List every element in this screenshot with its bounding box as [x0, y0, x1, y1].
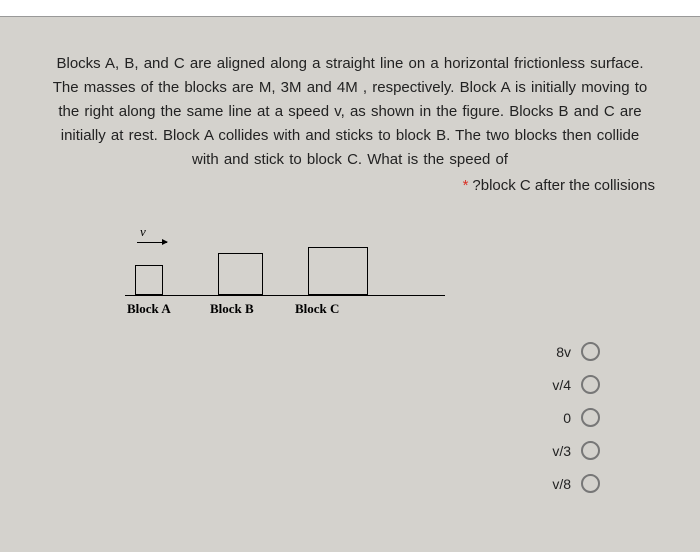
question-trailing-line: *?block C after the collisions [45, 177, 655, 194]
blocks-row [125, 245, 445, 296]
radio-button[interactable] [581, 441, 600, 460]
option-label: v/8 [552, 476, 571, 492]
block-c-shape [308, 247, 368, 295]
radio-button[interactable] [581, 474, 600, 493]
question-container: Blocks A, B, and C are aligned along a s… [0, 17, 700, 527]
question-trailing-text: ?block C after the collisions [472, 177, 655, 194]
option-row: 0 [45, 408, 600, 427]
option-row: v/8 [45, 474, 600, 493]
physics-figure: v Block A Block B Block C [125, 224, 445, 317]
answer-options: 8v v/4 0 v/3 v/8 [45, 342, 655, 493]
velocity-arrow-icon [137, 242, 167, 243]
question-text: Blocks A, B, and C are aligned along a s… [45, 52, 655, 172]
required-asterisk: * [463, 177, 469, 194]
block-a-label: Block A [127, 301, 182, 317]
block-labels-row: Block A Block B Block C [125, 301, 445, 317]
block-c-label: Block C [295, 301, 350, 317]
option-label: v/3 [552, 443, 571, 459]
block-a-shape [135, 265, 163, 295]
velocity-symbol: v [140, 224, 445, 240]
option-label: 8v [556, 344, 571, 360]
option-row: 8v [45, 342, 600, 361]
option-label: v/4 [552, 377, 571, 393]
radio-button[interactable] [581, 375, 600, 394]
page-top-strip [0, 0, 700, 17]
option-row: v/3 [45, 441, 600, 460]
block-b-shape [218, 253, 263, 295]
option-row: v/4 [45, 375, 600, 394]
radio-button[interactable] [581, 408, 600, 427]
option-label: 0 [563, 410, 571, 426]
block-b-label: Block B [210, 301, 265, 317]
radio-button[interactable] [581, 342, 600, 361]
